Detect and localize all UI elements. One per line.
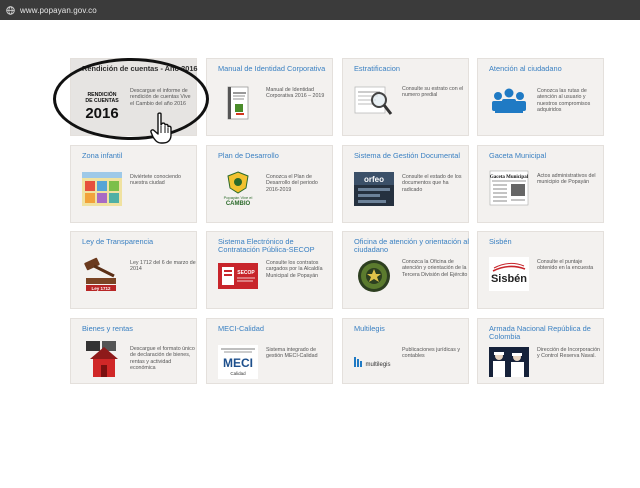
card-title: MECI-Calidad — [218, 324, 265, 333]
kids-zone-icon — [82, 172, 122, 206]
card-description: Actos administrativos del municipio de P… — [537, 173, 596, 186]
svg-text:MECI: MECI — [223, 356, 253, 370]
svg-text:DE CUENTAS: DE CUENTAS — [85, 98, 119, 104]
svg-text:SECOP: SECOP — [237, 270, 255, 276]
newspaper-icon: Gaceta Municipal — [489, 170, 529, 206]
card-manual-identidad[interactable]: Manual de Identidad Corporativa Manual d… — [206, 58, 333, 136]
svg-text:RENDICIÓN: RENDICIÓN — [87, 90, 116, 98]
card-rendicion-cuentas[interactable]: Rendición de cuentas - Año 2016 RENDICIÓ… — [70, 58, 198, 136]
card-title: Plan de Desarrollo — [218, 151, 279, 160]
card-sisben[interactable]: Sisbén Sisbén Consulte el puntaje obteni… — [477, 231, 604, 309]
card-description: Diviértete conociendo nuestra ciudad — [130, 174, 181, 187]
meci-logo-icon: MECI Calidad — [218, 345, 258, 379]
card-title: Estratificacion — [354, 64, 401, 73]
card-description: Publicaciones jurídicas y contables — [402, 347, 460, 360]
svg-text:Gaceta Municipal: Gaceta Municipal — [490, 175, 529, 180]
manual-book-icon — [218, 86, 258, 120]
card-title: Armada Nacional República de Colombia — [489, 324, 591, 342]
card-gestion-documental[interactable]: Sistema de Gestión Documental orfeo Cons… — [342, 145, 469, 223]
navy-photo-icon — [489, 345, 529, 379]
card-description: Consulte los contratos cargados por la A… — [266, 260, 323, 279]
card-ley-transparencia[interactable]: Ley de Transparencia Ley 1712 Ley 1712 d… — [70, 231, 197, 309]
card-oficina-atencion[interactable]: Oficina de atención y orientación al ciu… — [342, 231, 469, 309]
card-title: Gaceta Municipal — [489, 151, 547, 160]
card-title: Multilegis — [354, 324, 385, 333]
svg-text:Sisbén: Sisbén — [491, 273, 527, 285]
card-description: Consulte el estado de los documentos que… — [402, 174, 462, 193]
svg-text:orfeo: orfeo — [364, 175, 384, 184]
card-description: Descargue el formato único de declaració… — [130, 346, 195, 372]
card-description: Ley 1712 del 6 de marzo de 2014 — [130, 260, 196, 273]
card-description: Descargue el informe de rendición de cue… — [130, 88, 191, 107]
card-title: Manual de Identidad Corporativa — [218, 64, 326, 73]
orfeo-icon: orfeo — [354, 172, 394, 206]
card-atencion-ciudadano[interactable]: Atención al ciudadano Conozca las rutas … — [477, 58, 604, 136]
house-icon — [82, 341, 122, 377]
card-title: Sisbén — [489, 237, 512, 246]
card-title: Zona infantil — [82, 151, 123, 160]
card-estratificacion[interactable]: Estratificacion Consulte su estrato con … — [342, 58, 469, 136]
card-description: Consulte su estrato con el numero predia… — [402, 86, 464, 99]
hand-cursor-icon — [150, 112, 172, 144]
people-group-icon — [489, 86, 529, 120]
rendicion-2016-icon: RENDICIÓN DE CUENTAS 2016 — [82, 88, 122, 122]
card-description: Sistema integrado de gestión MECI-Calida… — [266, 347, 318, 360]
card-description: Conozca las rutas de atención al usuario… — [537, 88, 591, 114]
card-title: Oficina de atención y orientación al ciu… — [354, 237, 470, 255]
card-title: Atención al ciudadano — [489, 64, 562, 73]
svg-text:Popayán Vive el: Popayán Vive el — [224, 195, 253, 200]
gavel-icon: Ley 1712 — [82, 257, 122, 291]
svg-text:CAMBIO: CAMBIO — [226, 201, 251, 206]
card-gaceta-municipal[interactable]: Gaceta Municipal Gaceta Municipal Actos … — [477, 145, 604, 223]
card-title: Sistema Electrónico de Contratación Públ… — [218, 237, 315, 255]
card-description: Conozca la Oficina de atención y orienta… — [402, 259, 468, 278]
card-multilegis[interactable]: Multilegis multilegis Publicaciones jurí… — [342, 318, 469, 384]
plan-desarrollo-logo-icon: Popayán Vive el CAMBIO — [218, 171, 258, 206]
card-title: Ley de Transparencia — [82, 237, 154, 246]
card-plan-desarrollo[interactable]: Plan de Desarrollo Popayán Vive el CAMBI… — [206, 145, 333, 223]
card-description: Conozca el Plan de Desarrollo del period… — [266, 174, 318, 193]
card-title: Bienes y rentas — [82, 324, 133, 333]
svg-text:Ley 1712: Ley 1712 — [91, 286, 111, 291]
magnifier-document-icon — [354, 83, 394, 117]
secop-icon: SECOP — [218, 259, 258, 293]
army-badge-icon — [354, 259, 394, 293]
card-armada-nacional[interactable]: Armada Nacional República de Colombia Di… — [477, 318, 604, 384]
card-secop[interactable]: Sistema Electrónico de Contratación Públ… — [206, 231, 333, 309]
svg-text:multilegis: multilegis — [365, 362, 390, 368]
card-description: Manual de Identidad Corporativa 2016 – 2… — [266, 87, 325, 100]
sisben-logo-icon: Sisbén — [489, 257, 529, 291]
svg-text:2016: 2016 — [85, 105, 118, 122]
card-description: Consulte el puntaje obtenido en la encue… — [537, 259, 594, 272]
services-grid: Rendición de cuentas - Año 2016 RENDICIÓ… — [0, 0, 640, 488]
card-bienes-rentas[interactable]: Bienes y rentas Descargue el formato úni… — [70, 318, 197, 384]
svg-text:Calidad: Calidad — [230, 371, 246, 376]
card-zona-infantil[interactable]: Zona infantil Diviértete conociendo nues… — [70, 145, 197, 223]
card-description: Dirección de Incorporación y Control Res… — [537, 347, 601, 360]
card-title: Rendición de cuentas - Año 2016 — [82, 64, 198, 73]
card-title: Sistema de Gestión Documental — [354, 151, 460, 160]
card-meci-calidad[interactable]: MECI-Calidad MECI Calidad Sistema integr… — [206, 318, 333, 384]
multilegis-logo-icon: multilegis — [354, 345, 394, 379]
